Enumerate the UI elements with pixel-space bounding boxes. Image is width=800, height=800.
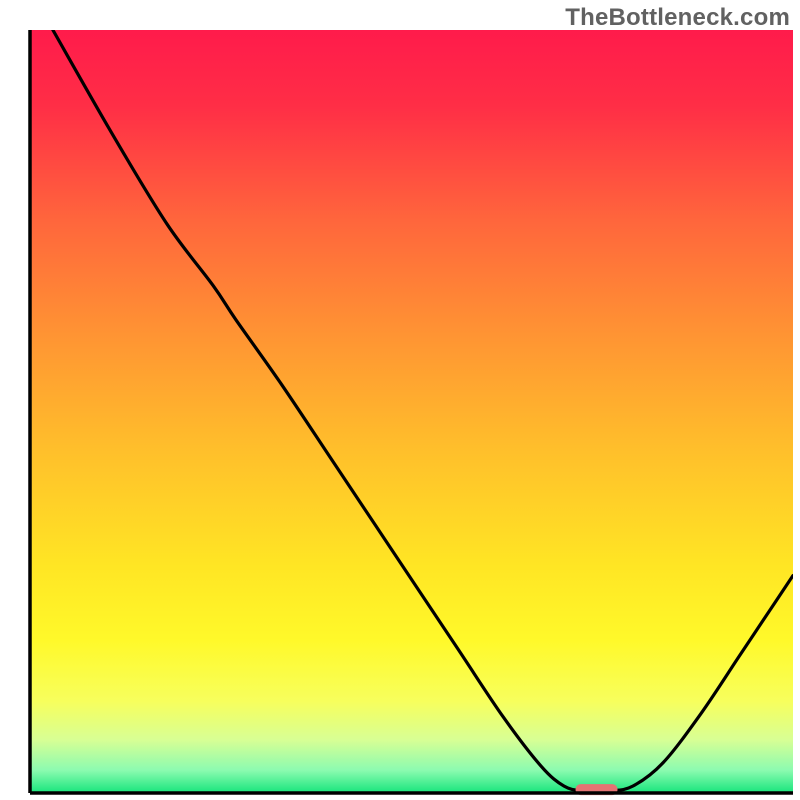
gradient-background [30, 30, 793, 793]
chart-container: TheBottleneck.com [0, 0, 800, 800]
chart-svg [0, 0, 800, 800]
watermark-text: TheBottleneck.com [565, 4, 790, 32]
